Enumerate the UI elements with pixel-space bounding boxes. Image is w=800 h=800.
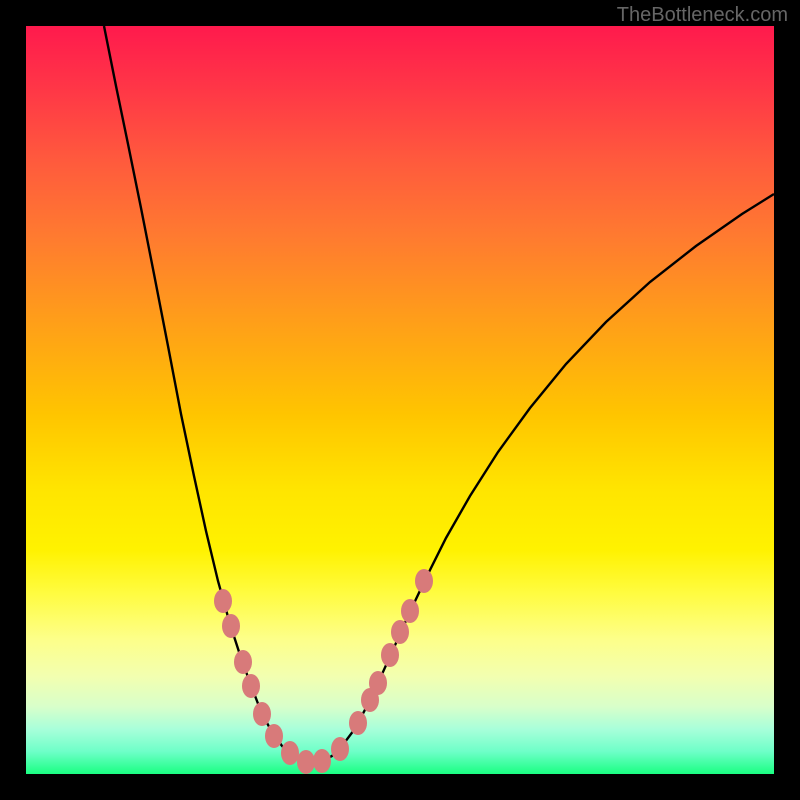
bead	[253, 702, 271, 726]
bead	[242, 674, 260, 698]
bead	[313, 749, 331, 773]
bead	[349, 711, 367, 735]
watermark-text: TheBottleneck.com	[617, 4, 788, 27]
bead	[415, 569, 433, 593]
bead	[391, 620, 409, 644]
bead	[281, 741, 299, 765]
beads-layer	[26, 26, 774, 774]
beads-group	[214, 569, 433, 774]
bead	[401, 599, 419, 623]
bead	[331, 737, 349, 761]
bead	[234, 650, 252, 674]
bead	[369, 671, 387, 695]
bead	[381, 643, 399, 667]
bead	[214, 589, 232, 613]
bead	[222, 614, 240, 638]
bead	[265, 724, 283, 748]
bead	[297, 750, 315, 774]
